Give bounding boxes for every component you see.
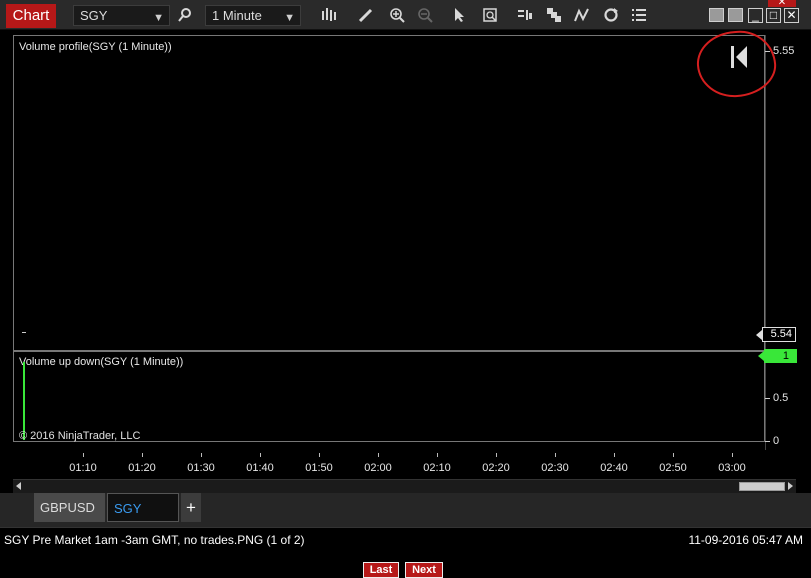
x-tick-label: 01:10 [69,462,97,474]
y-tick [765,441,770,442]
close-icon[interactable]: ✕ [768,0,796,7]
pencil-icon[interactable] [355,5,377,26]
volume-bar [23,362,25,440]
instrument-tabs: GBPUSD SGY + [0,493,811,527]
price-marker [22,332,26,333]
indicators-icon[interactable] [571,5,593,26]
x-tick [555,453,556,457]
x-tick [83,453,84,457]
x-tick [142,453,143,457]
y-tick [765,398,770,399]
tile-window-icon[interactable] [709,8,724,22]
maximize-icon[interactable]: □ [766,8,781,23]
x-tick-label: 01:50 [305,462,333,474]
x-tick [732,453,733,457]
scrollbar-thumb[interactable] [739,482,785,491]
chevron-down-icon: ▼ [153,12,164,24]
scroll-left-icon[interactable] [16,482,21,490]
x-tick [614,453,615,457]
copyright-text: © 2016 NinjaTrader, LLC [19,430,141,442]
instrument-selector[interactable]: SGY ▼ [73,5,170,26]
x-tick [496,453,497,457]
next-button[interactable]: Next [405,562,443,578]
minimize-icon[interactable]: _ [748,8,763,23]
x-tick-label: 02:50 [659,462,687,474]
refresh-icon[interactable] [600,5,622,26]
x-tick-label: 02:10 [423,462,451,474]
volume-value-tag: 1 [758,349,797,363]
x-tick [260,453,261,457]
current-price-tag: 5.54 [756,327,796,342]
x-tick-label: 03:00 [718,462,746,474]
bars-icon[interactable] [318,5,340,26]
data-box-icon[interactable] [479,5,501,26]
search-icon[interactable] [174,5,196,26]
time-axis[interactable]: 01:10 01:20 01:30 01:40 01:50 02:00 02:10 02:20… [13,453,765,477]
volume-panel[interactable]: Volume up down(SGY (1 Minute)) [13,351,765,442]
pointer-icon[interactable] [448,5,470,26]
zoom-in-icon[interactable] [386,5,408,26]
y-label-volume-mid: 0.5 [773,392,789,404]
close-icon[interactable]: ✕ [784,8,799,23]
chart-tab[interactable]: Chart [6,4,56,28]
x-tick-label: 02:40 [600,462,628,474]
x-tick-label: 02:20 [482,462,510,474]
tab-gbpusd[interactable]: GBPUSD [34,493,105,522]
chart-toolbar: Chart SGY ▼ 1 Minute ▼ _ □ ✕ [0,0,811,30]
x-tick-label: 01:20 [128,462,156,474]
y-label-volume-zero: 0 [773,435,780,447]
interval-selector[interactable]: 1 Minute ▼ [205,5,301,26]
x-tick [673,453,674,457]
properties-icon[interactable] [628,5,650,26]
price-panel[interactable]: Volume profile(SGY (1 Minute)) [13,35,765,351]
x-tick [201,453,202,457]
horizontal-scrollbar[interactable] [13,479,796,493]
volume-panel-label: Volume up down(SGY (1 Minute)) [19,356,184,368]
last-button[interactable]: Last [363,562,399,578]
viewer-status-bar: SGY Pre Market 1am -3am GMT, no trades.P… [0,527,811,551]
chevron-down-icon: ▼ [284,12,295,24]
x-tick-label: 02:30 [541,462,569,474]
image-timestamp: 11-09-2016 05:47 AM [688,533,803,547]
instrument-value: SGY [80,8,108,23]
scroll-right-icon[interactable] [788,482,793,490]
zoom-out-icon[interactable] [414,5,436,26]
x-tick-label: 01:30 [187,462,215,474]
drawing-tools-icon[interactable] [543,5,565,26]
chart-style-icon[interactable] [514,5,536,26]
y-label-price-top: 5.55 [773,45,795,57]
x-tick-label: 01:40 [246,462,274,474]
tab-sgy[interactable]: SGY [107,493,179,522]
x-tick [378,453,379,457]
image-caption: SGY Pre Market 1am -3am GMT, no trades.P… [4,533,305,547]
tile-window-icon[interactable] [728,8,743,22]
x-tick [437,453,438,457]
interval-value: 1 Minute [212,8,262,23]
y-axis [765,35,766,450]
add-tab-button[interactable]: + [181,493,201,522]
price-panel-label: Volume profile(SGY (1 Minute)) [19,41,172,53]
x-tick [319,453,320,457]
x-tick-label: 02:00 [364,462,392,474]
